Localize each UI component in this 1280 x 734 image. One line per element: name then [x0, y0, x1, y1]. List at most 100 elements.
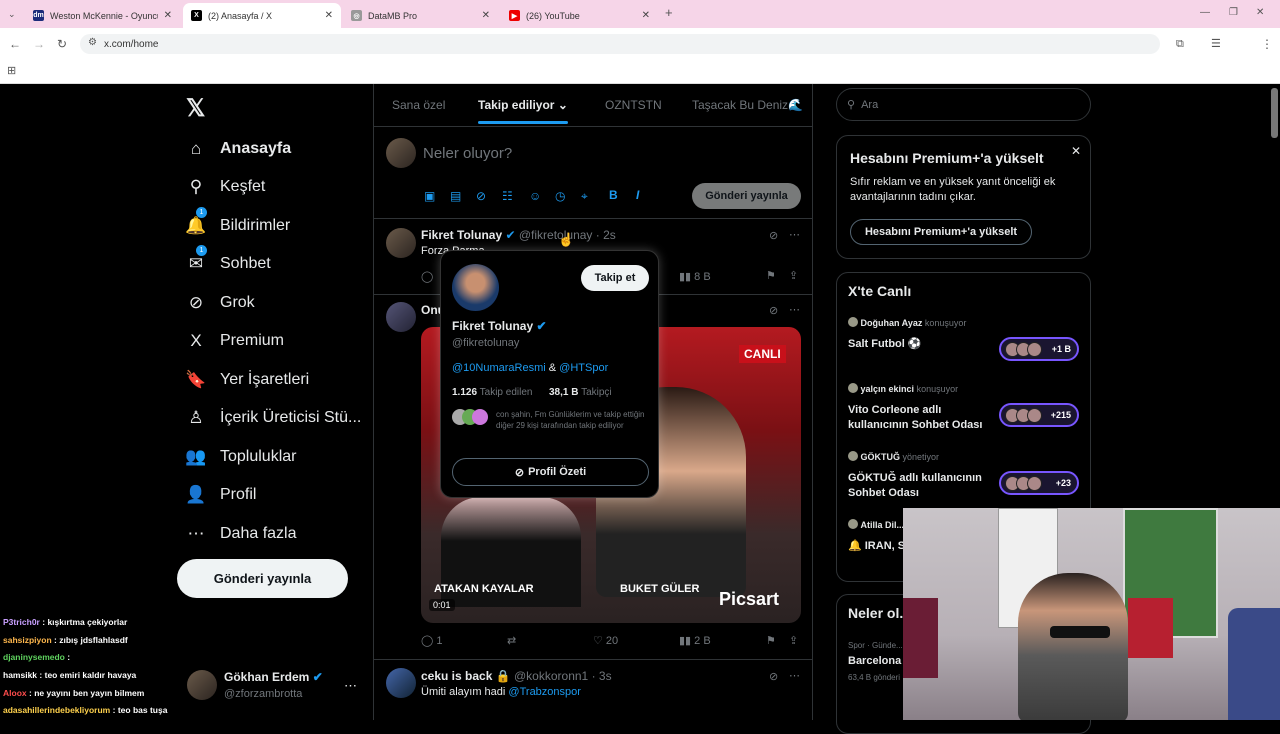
account-menu-icon[interactable]: ⋯	[344, 678, 357, 694]
followers-stat[interactable]: 38,1 B Takipçi	[549, 387, 612, 398]
bookmark-icon[interactable]: ⚑	[766, 269, 776, 282]
compose-post-button[interactable]: Gönderi yayınla	[692, 183, 801, 209]
author-handle[interactable]: @kokkoronn1	[514, 669, 588, 683]
back-icon[interactable]: ←	[9, 37, 21, 51]
profile-summary-button[interactable]: ⊘ Profil Özeti	[452, 458, 649, 486]
live-listeners[interactable]: +1 B	[999, 337, 1079, 361]
follow-button[interactable]: Takip et	[581, 265, 649, 291]
premium-button[interactable]: Hesabını Premium+'a yükselt	[850, 219, 1032, 245]
address-bar[interactable]: ⚙ x.com/home	[80, 34, 1160, 54]
share-icon[interactable]: ⇪	[789, 269, 798, 282]
live-host[interactable]: Doğuhan Ayaz konuşuyor	[848, 317, 966, 328]
close-icon[interactable]: ✕	[164, 10, 172, 21]
author-name[interactable]: Fikret Tolunay	[421, 228, 502, 242]
more-icon[interactable]: ⋯	[789, 228, 800, 241]
reply-icon[interactable]: ◯ 1	[421, 634, 443, 647]
more-icon[interactable]: ⋯	[789, 303, 800, 316]
grok-icon[interactable]: ⊘	[769, 229, 778, 242]
author-handle[interactable]: @fikretolunay	[519, 228, 593, 242]
restore-icon[interactable]: ❐	[1229, 6, 1238, 20]
tab-x-home[interactable]: X (2) Anasayfa / X ✕	[183, 3, 341, 28]
live-title-text[interactable]: Vito Corleone adlı kullanıcının Sohbet O…	[848, 403, 988, 433]
repost-icon[interactable]: ⇄	[507, 634, 516, 647]
tab-sana-ozel[interactable]: Sana özel	[392, 98, 445, 112]
profile-name[interactable]: Fikret Tolunay ✔	[452, 319, 547, 333]
schedule-icon[interactable]: ◷	[555, 189, 565, 203]
grok-icon[interactable]: ⊘	[476, 189, 486, 203]
sidebar-item-communities[interactable]: 👥 Topluluklar	[185, 442, 296, 472]
tab-following[interactable]: Takip ediliyor ⌄	[478, 98, 568, 112]
post-time[interactable]: · 3s	[592, 669, 612, 683]
close-icon[interactable]: ✕	[642, 10, 650, 21]
location-icon[interactable]: ⌖	[581, 189, 588, 204]
reading-list-icon[interactable]: ☰	[1211, 37, 1221, 51]
tab-weston[interactable]: dm Weston McKennie - Oyuncu pr... ✕	[25, 3, 180, 28]
x-logo-icon[interactable]: 𝕏	[186, 94, 205, 123]
live-listeners[interactable]: +23	[999, 471, 1079, 495]
live-title-text[interactable]: Salt Futbol ⚽	[848, 337, 988, 352]
avatar[interactable]	[452, 264, 499, 311]
avatar[interactable]	[386, 138, 416, 168]
live-listeners[interactable]: +215	[999, 403, 1079, 427]
author-name[interactable]: ceku is back 🔒	[421, 669, 511, 683]
avatar[interactable]	[386, 302, 416, 332]
sidebar-item-more[interactable]: ⋯ Daha fazla	[186, 519, 297, 549]
reload-icon[interactable]: ↻	[57, 37, 67, 51]
sidebar-item-search[interactable]: ⚲ Keşfet	[186, 172, 266, 202]
mention-link[interactable]: @10NumaraResmi	[452, 362, 546, 374]
minimize-icon[interactable]: —	[1200, 6, 1210, 20]
like-icon[interactable]: ♡ 20	[593, 634, 618, 647]
post-time[interactable]: · 2s	[596, 228, 616, 242]
image-icon[interactable]: ▣	[424, 189, 435, 203]
tab-youtube[interactable]: ▶ (26) YouTube ✕	[501, 3, 658, 28]
share-icon[interactable]: ⇪	[789, 634, 798, 647]
grok-icon[interactable]: ⊘	[769, 304, 778, 317]
scrollbar-thumb[interactable]	[1271, 88, 1278, 138]
extensions-icon[interactable]: ⧉	[1176, 37, 1184, 51]
profile-handle[interactable]: @fikretolunay	[452, 337, 519, 349]
reply-icon[interactable]: ◯	[421, 270, 433, 283]
italic-icon[interactable]: I	[636, 188, 639, 202]
tab-datamb[interactable]: ◎ DataMB Pro ✕	[343, 3, 498, 28]
search-input[interactable]: ⚲ Ara	[836, 88, 1091, 121]
account-avatar[interactable]	[187, 670, 217, 700]
bookmark-icon[interactable]: ⚑	[766, 634, 776, 647]
sidebar-item-x-logo[interactable]: X Premium	[186, 326, 284, 356]
live-host[interactable]: GÖKTUĞ yönetiyor	[848, 451, 939, 462]
sidebar-item-profile[interactable]: 👤 Profil	[185, 480, 256, 510]
close-icon[interactable]: ✕	[325, 10, 333, 21]
apps-grid-icon[interactable]: ⊞	[7, 64, 16, 78]
live-host[interactable]: yalçın ekinci konuşuyor	[848, 383, 958, 394]
sidebar-item-creator[interactable]: ♙ İçerik Üreticisi Stü...	[186, 403, 361, 433]
poll-icon[interactable]: ☷	[502, 189, 513, 203]
close-icon[interactable]: ✕	[1071, 144, 1081, 158]
avatar[interactable]	[386, 228, 416, 258]
forward-icon[interactable]: →	[33, 37, 45, 51]
grok-icon[interactable]: ⊘	[769, 670, 778, 683]
mention-link[interactable]: @HTSpor	[559, 362, 608, 374]
post-button[interactable]: Gönderi yayınla	[177, 559, 348, 598]
avatar[interactable]	[386, 668, 416, 698]
following-stat[interactable]: 1.126 Takip edilen	[452, 387, 532, 398]
emoji-icon[interactable]: ☺	[529, 189, 541, 203]
sidebar-item-bookmark[interactable]: 🔖 Yer İşaretleri	[185, 365, 309, 395]
menu-icon[interactable]: ⋮	[1261, 37, 1273, 51]
compose-input[interactable]: Neler oluyor?	[423, 145, 512, 162]
views-icon[interactable]: ▮▮ 8 B	[679, 270, 711, 283]
sidebar-item-home[interactable]: ⌂ Anasayfa	[186, 134, 291, 164]
gif-icon[interactable]: ▤	[450, 189, 461, 203]
close-window-icon[interactable]: ✕	[1256, 6, 1264, 20]
tab-search-icon[interactable]: ⌄	[8, 7, 16, 21]
live-host[interactable]: Atilla Dil...	[848, 519, 904, 530]
live-title-text[interactable]: GÖKTUĞ adlı kullanıcının Sohbet Odası	[848, 471, 988, 501]
sidebar-item-grok[interactable]: ⊘ Grok	[186, 288, 255, 318]
bold-icon[interactable]: B	[609, 188, 618, 202]
mention-link[interactable]: @Trabzonspor	[508, 686, 581, 698]
more-icon[interactable]: ⋯	[789, 669, 800, 682]
trend-name[interactable]: Barcelona	[848, 655, 901, 667]
views-icon[interactable]: ▮▮ 2 B	[679, 634, 711, 647]
site-info-icon[interactable]: ⚙	[88, 37, 97, 48]
mutual-followers-text[interactable]: con şahin, Fm Günlüklerim ve takip ettiğ…	[496, 409, 648, 431]
close-icon[interactable]: ✕	[482, 10, 490, 21]
tab-tasacak[interactable]: Taşacak Bu Deniz🌊	[692, 98, 803, 112]
